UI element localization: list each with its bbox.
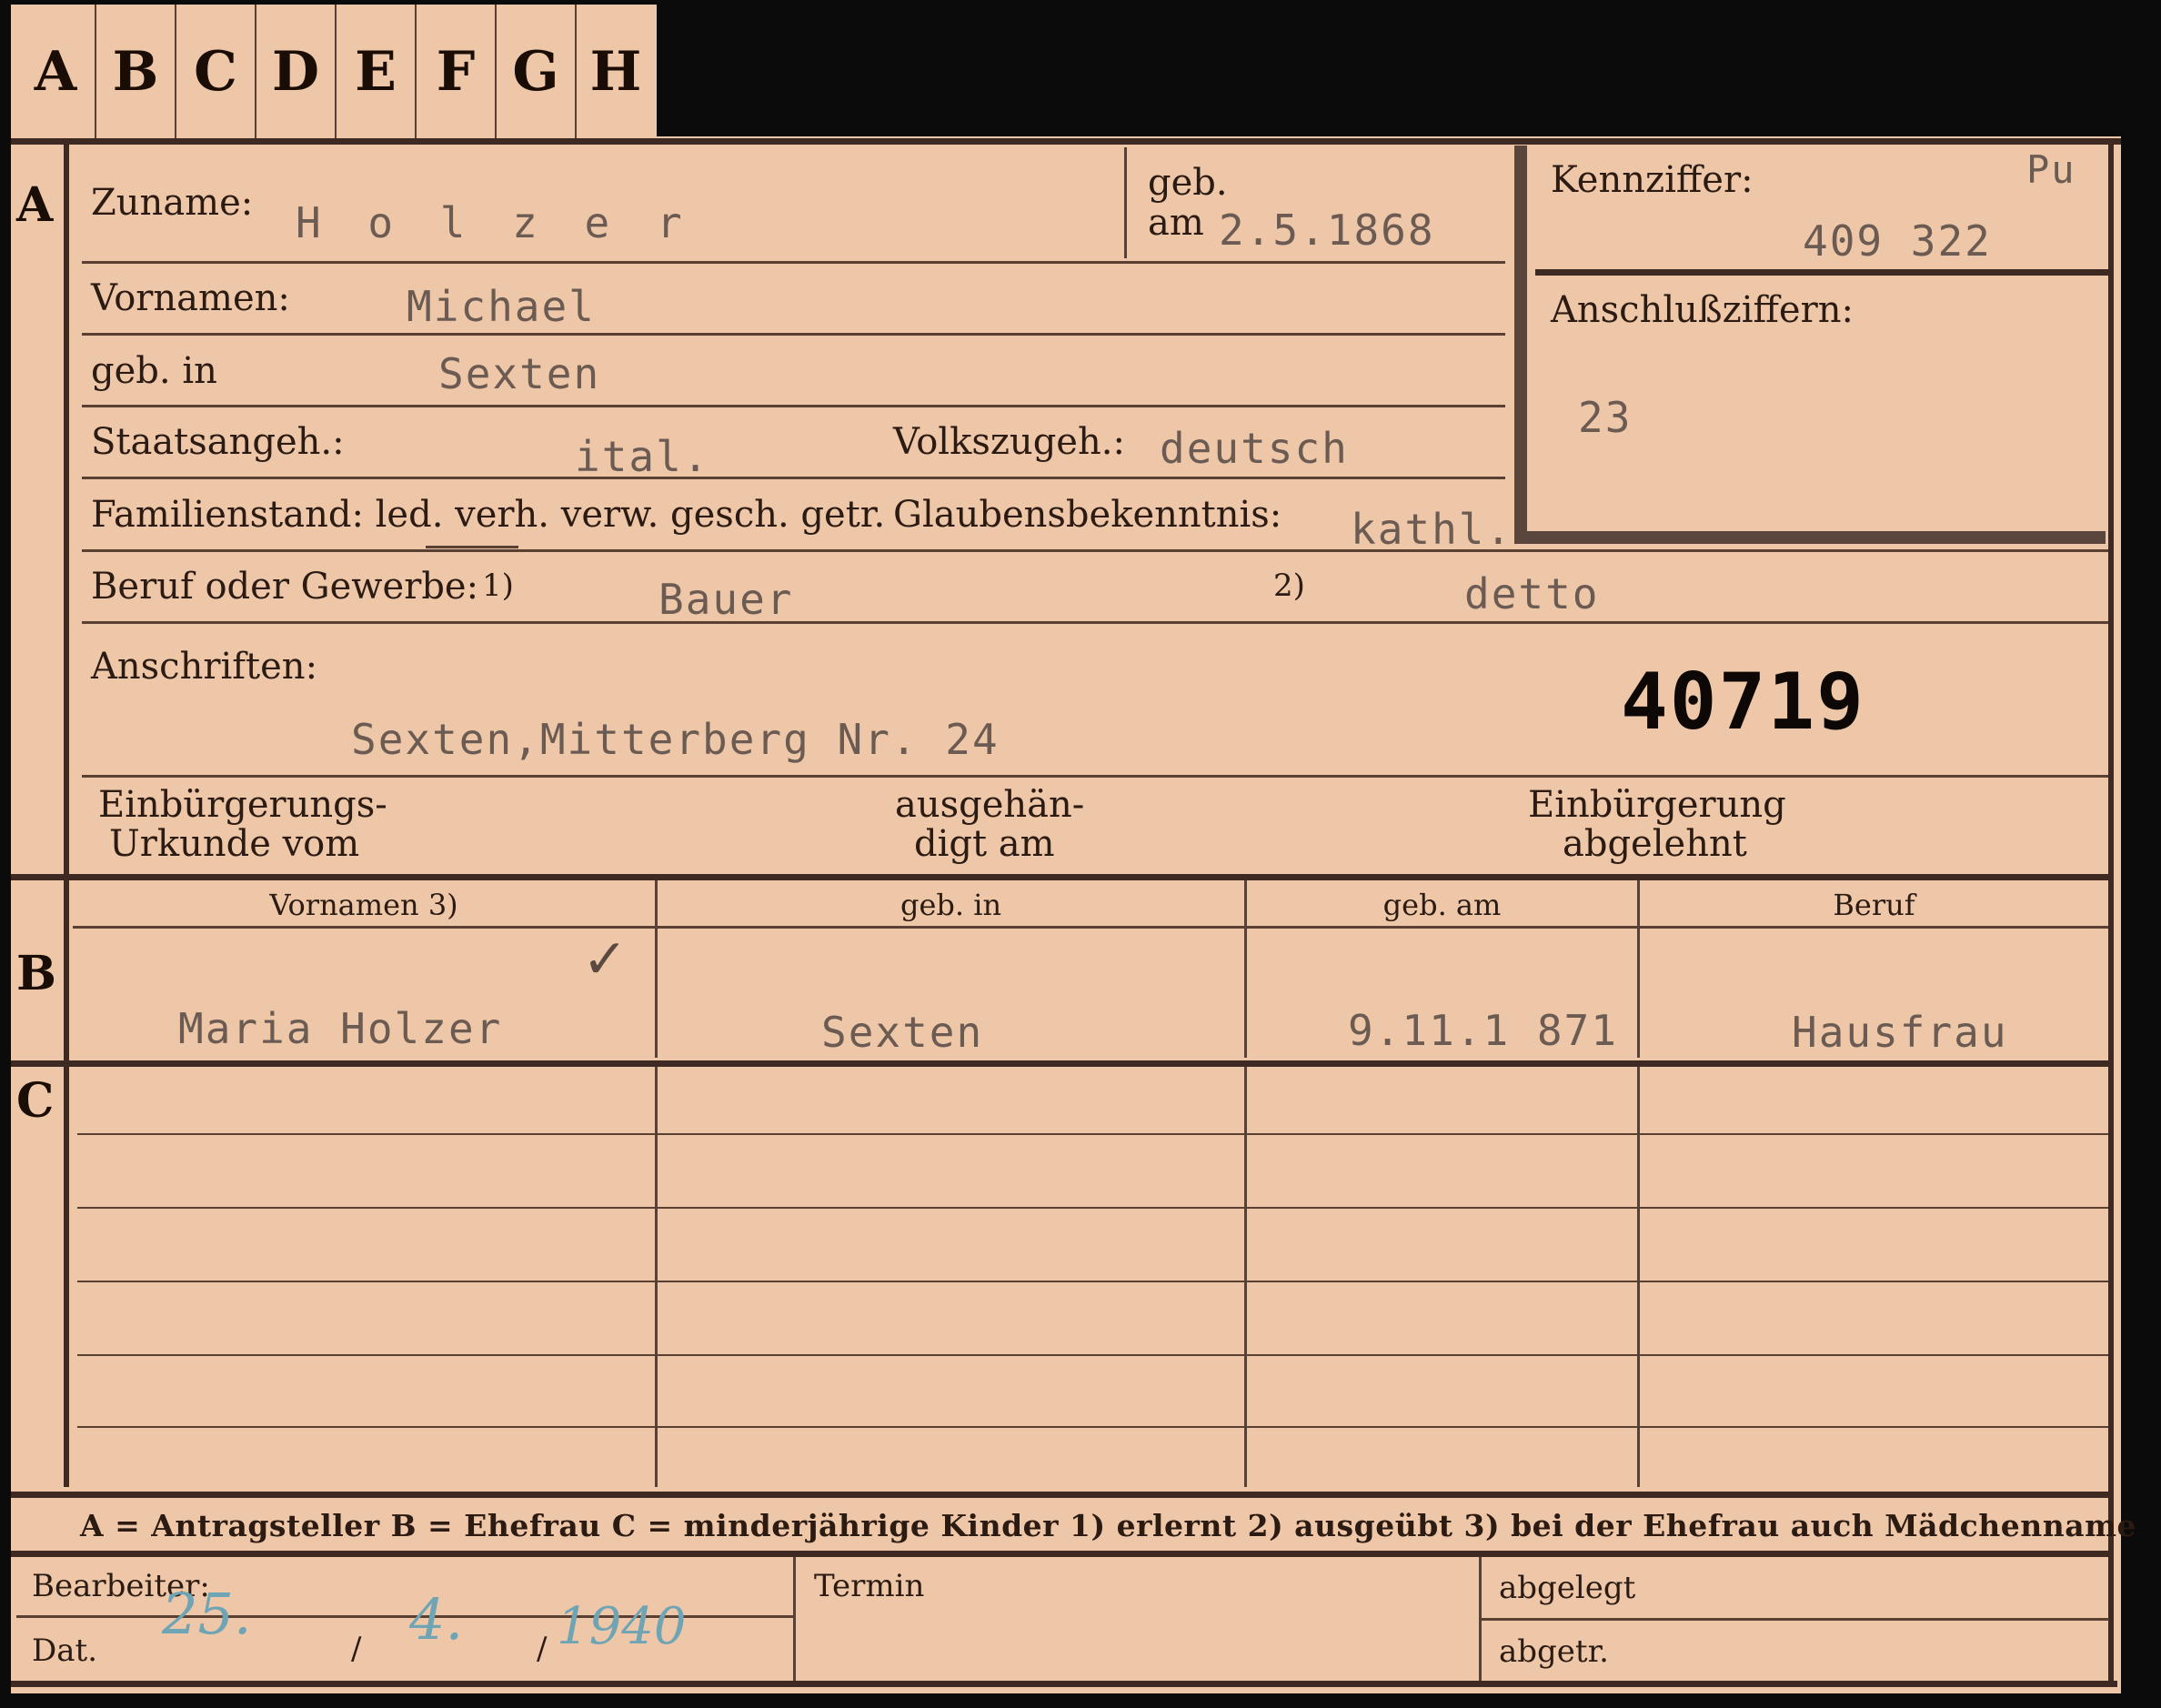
spouse-header-firstnames: Vornamen 3) bbox=[269, 888, 458, 922]
surname-label: Zuname: bbox=[91, 182, 254, 224]
children-row-line bbox=[77, 1426, 2108, 1428]
legend-text: A = Antragsteller B = Ehefrau C = minder… bbox=[80, 1508, 2136, 1543]
tab-b[interactable]: B bbox=[96, 5, 176, 139]
refused-label-2: abgelehnt bbox=[1563, 823, 1747, 865]
filed-label: abgelegt bbox=[1499, 1570, 1636, 1606]
frame-bottom bbox=[11, 1681, 2117, 1687]
spouse-header-occupation: Beruf bbox=[1833, 888, 1915, 922]
frame-right bbox=[2108, 141, 2114, 1687]
ethnicity-label: Volkszugeh.: bbox=[893, 421, 1125, 463]
date-label: Dat. bbox=[32, 1633, 98, 1669]
occupation-note-2: 2) bbox=[1273, 568, 1305, 604]
section-b-mark: B bbox=[16, 946, 56, 1001]
tab-g[interactable]: G bbox=[497, 5, 577, 139]
tab-h[interactable]: H bbox=[577, 5, 655, 139]
naturalization-doc-label-1: Einbürgerungs- bbox=[98, 784, 387, 826]
children-row-line bbox=[77, 1354, 2108, 1356]
children-row-line bbox=[77, 1207, 2108, 1209]
religion-value: kathl. bbox=[1351, 505, 1513, 554]
frame-left-inner bbox=[64, 141, 69, 1487]
citizenship-label: Staatsangeh.: bbox=[91, 421, 345, 463]
row-line bbox=[82, 333, 1505, 336]
date-year: 1940 bbox=[557, 1597, 687, 1656]
citizenship-value: ital. bbox=[575, 432, 710, 481]
occupation-value: Bauer bbox=[658, 575, 794, 624]
children-row-line bbox=[77, 1133, 2108, 1135]
footer-row-line bbox=[1482, 1618, 2109, 1621]
pu-mark: Pu bbox=[2026, 147, 2076, 192]
birth-geb-label: geb. bbox=[1148, 162, 1228, 204]
check-mark: ✓ bbox=[582, 928, 628, 991]
address-label: Anschriften: bbox=[91, 646, 318, 688]
section-c-top bbox=[11, 1060, 2112, 1067]
anschluss-label: Anschlußziffern: bbox=[1551, 289, 1854, 331]
row-line bbox=[82, 621, 2108, 624]
marital-underline-verh bbox=[426, 546, 518, 548]
tab-f[interactable]: F bbox=[417, 5, 497, 139]
row-line bbox=[82, 405, 1505, 407]
date-day: 25. bbox=[162, 1581, 252, 1647]
date-sep-2: / bbox=[537, 1631, 548, 1667]
naturalization-doc-label-2: Urkunde vom bbox=[109, 823, 360, 865]
row-line bbox=[82, 549, 2108, 552]
spouse-header-birthdate: geb. am bbox=[1382, 888, 1502, 922]
row-line bbox=[82, 261, 1505, 264]
registration-card: A B C D E F G H A Zuname: H o l z e r ge… bbox=[0, 0, 2136, 1701]
children-row-line bbox=[77, 1281, 2108, 1282]
kennziffer-value: 409 322 bbox=[1803, 216, 1992, 266]
birthplace-label: geb. in bbox=[91, 350, 217, 392]
tab-e[interactable]: E bbox=[337, 5, 417, 139]
occupation-label: Beruf oder Gewerbe: bbox=[91, 566, 479, 608]
tab-d[interactable]: D bbox=[256, 5, 337, 139]
firstnames-label: Vornamen: bbox=[91, 277, 290, 319]
date-sep-1: / bbox=[351, 1631, 362, 1667]
kennziffer-label: Kennziffer: bbox=[1551, 159, 1754, 201]
stamp-number: 40719 bbox=[1621, 657, 1865, 748]
ethnicity-value: deutsch bbox=[1160, 424, 1349, 473]
surname-value: H o l z e r bbox=[296, 198, 693, 247]
id-box-divider bbox=[1535, 269, 2108, 276]
firstnames-value: Michael bbox=[407, 282, 596, 331]
birthplace-value: Sexten bbox=[438, 349, 601, 398]
frame-top bbox=[11, 138, 2121, 145]
occupation-practiced-value: detto bbox=[1464, 569, 1600, 618]
tab-c[interactable]: C bbox=[176, 5, 256, 139]
legend-top bbox=[11, 1492, 2112, 1498]
occupation-note-1: 1) bbox=[482, 568, 514, 604]
legend-bottom bbox=[11, 1551, 2112, 1557]
handed-label-2: digt am bbox=[914, 823, 1055, 865]
spouse-header-birthplace: geb. in bbox=[900, 888, 1002, 922]
col-line bbox=[1244, 1067, 1247, 1487]
row-line bbox=[73, 926, 2108, 929]
row-line bbox=[82, 775, 2108, 778]
address-value: Sexten,Mitterberg Nr. 24 bbox=[351, 715, 1000, 764]
marital-label: Familienstand: led. verh. verw. gesch. g… bbox=[91, 494, 886, 536]
col-line bbox=[1637, 1067, 1640, 1487]
birth-date-value: 2.5.1868 bbox=[1219, 206, 1435, 255]
id-box bbox=[1514, 146, 2106, 544]
row-line bbox=[82, 477, 1505, 479]
section-b-top bbox=[11, 874, 2112, 880]
religion-label: Glaubensbekenntnis: bbox=[893, 494, 1282, 536]
divider bbox=[1124, 147, 1127, 258]
spouse-birthplace-value: Sexten bbox=[821, 1008, 984, 1057]
col-line bbox=[655, 1067, 658, 1487]
spouse-birthdate-value: 9.11.1 871 bbox=[1348, 1006, 1618, 1055]
section-a-mark: A bbox=[16, 177, 54, 233]
section-c-mark: C bbox=[16, 1073, 55, 1129]
anschluss-value: 23 bbox=[1578, 393, 1633, 442]
tab-a[interactable]: A bbox=[16, 5, 96, 139]
filed2-label: abgetr. bbox=[1499, 1633, 1609, 1670]
footer-col-line bbox=[793, 1557, 796, 1681]
birth-am-label: am bbox=[1148, 202, 1204, 244]
termin-label: Termin bbox=[814, 1568, 925, 1604]
spouse-name-value: Maria Holzer bbox=[178, 1004, 503, 1053]
refused-label-1: Einbürgerung bbox=[1528, 784, 1786, 826]
date-month: 4. bbox=[409, 1586, 464, 1653]
handed-label-1: ausgehän- bbox=[895, 784, 1085, 826]
spouse-occupation-value: Hausfrau bbox=[1792, 1008, 2008, 1057]
